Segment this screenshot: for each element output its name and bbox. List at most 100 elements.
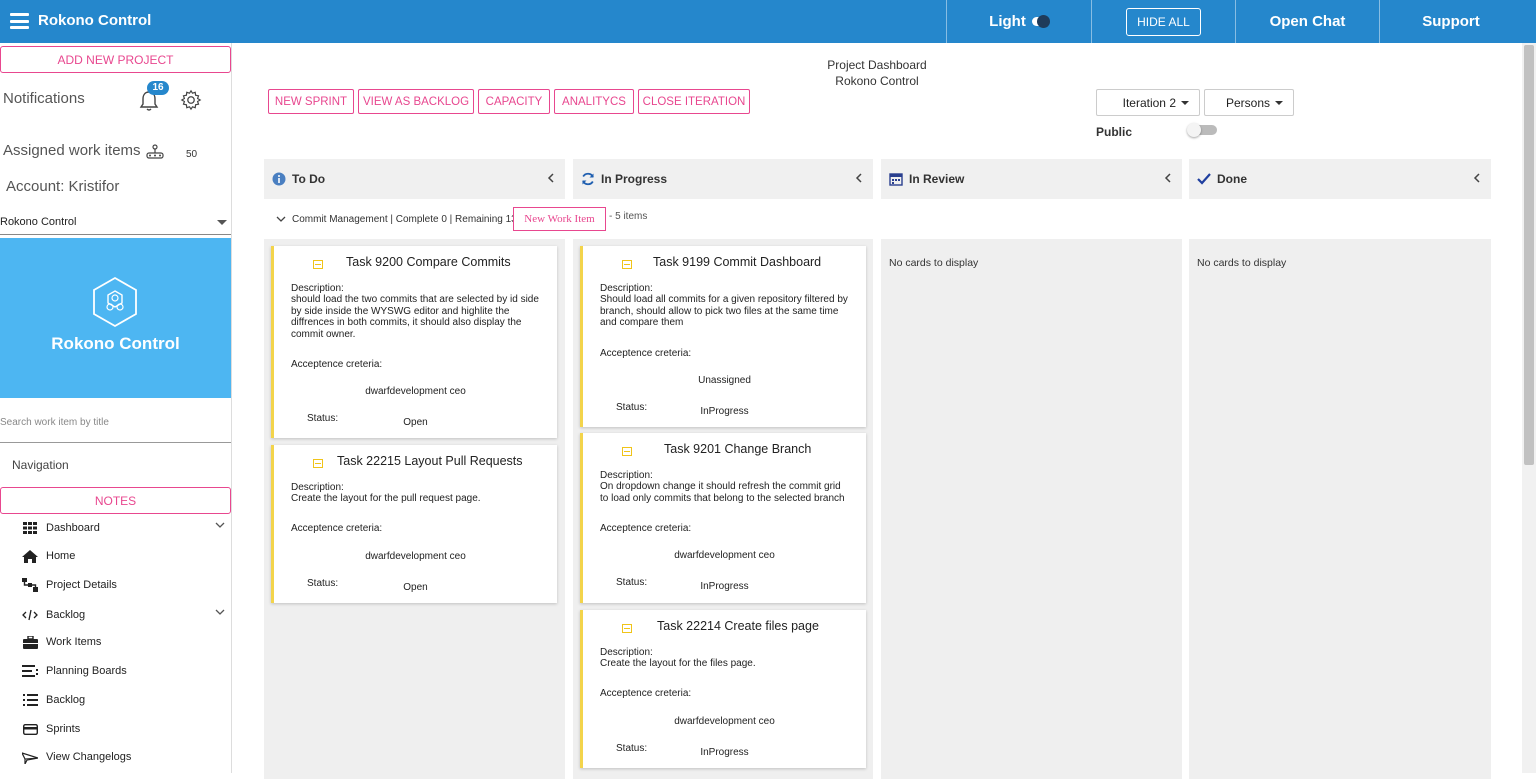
card-description: should load the two commits that are sel… [291, 294, 539, 340]
chevron-left-icon[interactable] [855, 172, 863, 184]
notes-button[interactable]: NOTES [0, 487, 231, 514]
acceptance-label: Acceptence creteria: [291, 359, 383, 370]
nav-item-backlog-group[interactable]: Backlog [22, 605, 231, 625]
assigned-items-icon[interactable] [145, 144, 165, 162]
sitemap-icon [22, 578, 38, 592]
work-item-card[interactable]: Task 9200 Compare Commits Description: s… [271, 246, 557, 438]
close-iteration-button[interactable]: CLOSE ITERATION [638, 89, 750, 114]
empty-lane-message: No cards to display [889, 257, 979, 269]
notification-count-badge: 16 [147, 81, 169, 95]
nav-item-backlog[interactable]: Backlog [22, 690, 231, 710]
hide-all-button[interactable]: HIDE ALL [1126, 7, 1201, 36]
code-icon [22, 608, 38, 622]
view-as-backlog-button[interactable]: VIEW AS BACKLOG [358, 89, 474, 114]
sidebar: ADD NEW PROJECT Notifications 16 Assigne… [0, 43, 232, 773]
assigned-count: 50 [186, 149, 198, 160]
card-status: InProgress [700, 747, 749, 758]
check-icon [1197, 173, 1211, 185]
notifications-label: Notifications [3, 90, 85, 107]
work-item-card[interactable]: Task 22215 Layout Pull Requests Descript… [271, 445, 557, 603]
account-label: Account: Kristifor [6, 178, 120, 195]
project-select[interactable]: Rokono Control [0, 211, 231, 235]
chevron-down-icon[interactable] [215, 521, 225, 529]
nav-item-view-changelogs[interactable]: View Changelogs [22, 747, 231, 767]
lane-in-review: No cards to display [881, 239, 1182, 779]
description-label: Description: [600, 283, 653, 294]
card-title: Task 9199 Commit Dashboard [653, 255, 822, 269]
chevron-left-icon[interactable] [547, 172, 555, 184]
calendar-icon [889, 172, 903, 186]
page-title-block: Project Dashboard Rokono Control [232, 57, 1522, 89]
nav-item-planning-boards[interactable]: Planning Boards [22, 661, 231, 681]
group-summary: Commit Management | Complete 0 | Remaini… [292, 213, 517, 225]
column-header-in-review: In Review [881, 159, 1182, 199]
lane-done: No cards to display [1189, 239, 1491, 779]
open-chat-button[interactable]: Open Chat [1235, 0, 1379, 43]
task-icon [313, 260, 323, 269]
chevron-down-icon[interactable] [215, 608, 225, 616]
task-icon [622, 447, 632, 456]
task-icon [313, 459, 323, 468]
search-work-item-input[interactable] [0, 409, 231, 428]
nav-item-project-details[interactable]: Project Details [22, 575, 231, 595]
theme-label: Light [989, 13, 1026, 30]
theme-switch-icon[interactable] [1031, 15, 1050, 28]
list-icon [22, 693, 38, 707]
nav-item-dashboard[interactable]: Dashboard [22, 518, 231, 538]
project-hero-card[interactable]: Rokono Control [0, 238, 231, 398]
scrollbar-thumb[interactable] [1524, 45, 1534, 465]
page-scrollbar[interactable] [1522, 43, 1536, 773]
plane-icon [22, 750, 38, 764]
nav-item-work-items[interactable]: Work Items [22, 632, 231, 652]
caret-down-icon [1181, 100, 1189, 105]
briefcase-icon [22, 635, 38, 649]
navigation-label: Navigation [12, 458, 69, 472]
stream-icon [22, 664, 38, 678]
info-icon [272, 172, 286, 186]
theme-toggle[interactable]: Light [946, 0, 1091, 43]
new-sprint-button[interactable]: NEW SPRINT [268, 89, 354, 114]
caret-down-icon [1275, 100, 1283, 105]
persons-select[interactable]: Persons [1204, 89, 1294, 116]
column-title: In Progress [601, 172, 668, 186]
add-new-project-button[interactable]: ADD NEW PROJECT [0, 46, 231, 73]
page-title: Project Dashboard [827, 58, 927, 72]
project-select-value: Rokono Control [0, 216, 77, 228]
card-assignee: dwarfdevelopment ceo [365, 386, 466, 397]
work-item-card[interactable]: Task 9201 Change Branch Description: On … [580, 433, 866, 603]
public-label: Public [1096, 125, 1133, 139]
task-icon [622, 624, 632, 633]
top-bar: Rokono Control Light HIDE ALL Open Chat … [0, 0, 1536, 43]
card-status: InProgress [700, 406, 749, 417]
card-title: Task 9200 Compare Commits [346, 255, 511, 269]
support-button[interactable]: Support [1379, 0, 1522, 43]
public-toggle[interactable] [1187, 123, 1217, 137]
persons-select-value: Persons [1225, 95, 1270, 110]
chevron-left-icon[interactable] [1164, 172, 1172, 184]
work-item-card[interactable]: Task 22214 Create files page Description… [580, 610, 866, 768]
lane-in-progress: Task 9199 Commit Dashboard Description: … [573, 239, 873, 779]
hamburger-menu-icon[interactable] [10, 13, 29, 29]
nav-item-label: Backlog [46, 694, 86, 706]
group-items-count: - 5 items [609, 211, 648, 222]
page-subtitle: Rokono Control [835, 74, 919, 88]
new-work-item-button[interactable]: New Work Item [513, 207, 606, 231]
nav-item-label: Dashboard [46, 522, 100, 534]
chevron-left-icon[interactable] [1473, 172, 1481, 184]
work-item-card[interactable]: Task 9199 Commit Dashboard Description: … [580, 246, 866, 427]
nav-item-label: Backlog [46, 609, 86, 621]
iteration-select[interactable]: Iteration 2 [1096, 89, 1200, 116]
chevron-down-icon[interactable] [276, 215, 286, 223]
nav-item-sprints[interactable]: Sprints [22, 719, 231, 739]
nav-item-label: Planning Boards [46, 665, 127, 677]
card-assignee: dwarfdevelopment ceo [674, 550, 775, 561]
acceptance-label: Acceptence creteria: [291, 523, 383, 534]
card-title: Task 22214 Create files page [657, 619, 819, 633]
capacity-button[interactable]: CAPACITY [478, 89, 550, 114]
analytics-button[interactable]: ANALITYCS [554, 89, 634, 114]
column-header-todo: To Do [264, 159, 565, 199]
swimlane-group-row[interactable]: Commit Management | Complete 0 | Remaini… [276, 207, 517, 231]
gear-icon[interactable] [180, 89, 202, 111]
nav-item-home[interactable]: Home [22, 546, 231, 566]
assigned-work-items-label: Assigned work items [3, 142, 141, 159]
